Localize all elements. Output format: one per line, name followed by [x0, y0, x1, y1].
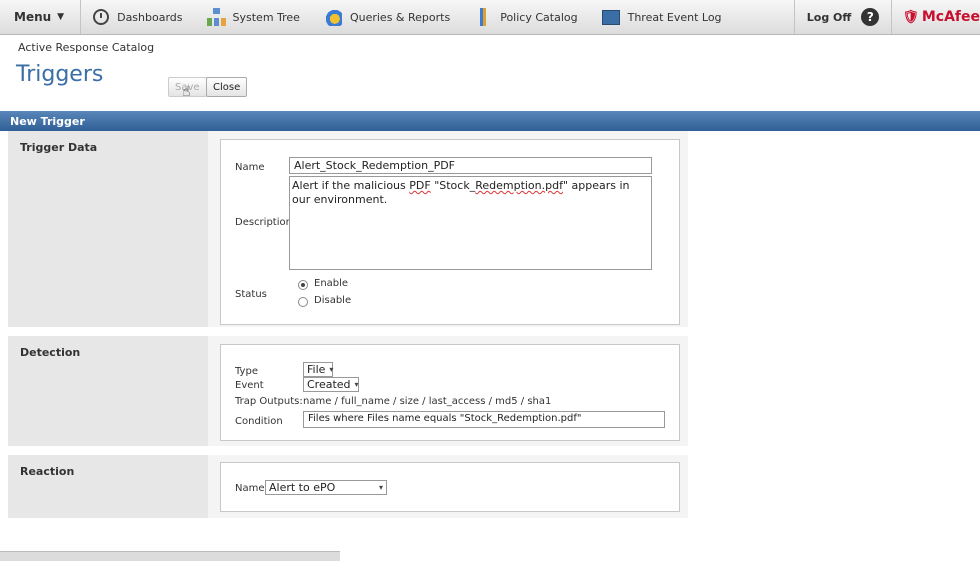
status-disable-radio[interactable] [298, 297, 308, 307]
type-select-value: File [307, 363, 326, 376]
chevron-down-icon: ▼ [57, 12, 65, 22]
event-select[interactable]: Created ▾ [303, 377, 359, 392]
description-text: Alert if the malicious [292, 179, 410, 192]
menu-label: Menu [14, 10, 52, 24]
chevron-down-icon: ▾ [378, 483, 383, 492]
reaction-label: Reaction [8, 455, 208, 518]
trap-outputs-value: name / full_name / size / last_access / … [303, 396, 552, 407]
reaction-name-value: Alert to ePO [269, 481, 336, 494]
description-text: "Stock_ [430, 179, 476, 192]
help-icon[interactable]: ? [861, 8, 880, 26]
nav-item-dashboards[interactable]: Dashboards [81, 0, 194, 34]
status-enable-radio[interactable] [298, 280, 308, 290]
nav-item-label: Dashboards [117, 10, 183, 24]
trigger-data-panel: Name Alert_Stock_Redemption_PDF Descript… [220, 139, 680, 325]
detection-label: Detection [8, 336, 208, 446]
browser-status-bar [0, 551, 340, 561]
clock-icon [93, 9, 110, 25]
status-label: Status [235, 289, 267, 300]
trap-outputs-label: Trap Outputs: [235, 396, 303, 407]
description-textarea[interactable]: Alert if the malicious PDF "Stock_Redemp… [289, 176, 652, 270]
trigger-data-label: Trigger Data [8, 131, 208, 327]
event-label: Event [235, 380, 264, 391]
chevron-down-icon: ▾ [354, 380, 359, 389]
threat-event-log-icon [601, 9, 620, 25]
status-enable-label[interactable]: Enable [314, 278, 348, 289]
nav-item-system-tree[interactable]: System Tree [195, 0, 312, 34]
description-text: PDF [409, 179, 431, 192]
event-select-value: Created [307, 378, 351, 391]
queries-reports-icon [323, 8, 342, 26]
breadcrumb[interactable]: Active Response Catalog [18, 41, 154, 54]
reaction-name-select[interactable]: Alert to ePO ▾ [265, 480, 387, 495]
top-nav-bar: Menu ▼ Dashboards System Tree Queries & … [0, 0, 980, 35]
status-disable-label[interactable]: Disable [314, 295, 351, 306]
nav-item-label: Queries & Reports [349, 10, 451, 24]
description-text: Redemption.pdf [475, 179, 563, 192]
reaction-panel: Name Alert to ePO ▾ [220, 462, 680, 512]
nav-item-threat-event-log[interactable]: Threat Event Log [590, 0, 734, 34]
description-label: Description [235, 217, 292, 228]
policy-catalog-icon [474, 8, 493, 26]
page-title: Triggers [16, 62, 104, 87]
shield-icon: 🛡 [902, 9, 919, 25]
name-field[interactable]: Alert_Stock_Redemption_PDF [289, 157, 652, 174]
nav-item-label: System Tree [232, 10, 300, 24]
log-off-link[interactable]: Log Off [795, 11, 862, 24]
close-button[interactable]: Close [206, 77, 248, 97]
condition-label: Condition [235, 416, 283, 427]
system-tree-icon [206, 8, 226, 26]
nav-right-group: Log Off ? 🛡 McAfee [793, 0, 980, 34]
type-label: Type [235, 366, 258, 377]
brand-name: McAfee [921, 9, 980, 25]
brand-logo: 🛡 McAfee [891, 0, 980, 34]
section-header: New Trigger [0, 111, 980, 131]
chevron-down-icon: ▾ [329, 365, 334, 374]
reaction-name-label: Name [235, 483, 265, 494]
condition-field[interactable]: Files where Files name equals "Stock_Red… [303, 411, 665, 428]
name-label: Name [235, 162, 265, 173]
menu-button[interactable]: Menu ▼ [0, 0, 82, 34]
nav-item-queries-reports[interactable]: Queries & Reports [312, 0, 462, 34]
nav-item-label: Threat Event Log [627, 10, 722, 24]
hand-cursor-icon: ☝ [182, 84, 191, 100]
detection-panel: Type File ▾ Event Created ▾ Trap Outputs… [220, 344, 680, 441]
type-select[interactable]: File ▾ [303, 362, 333, 377]
nav-item-policy-catalog[interactable]: Policy Catalog [462, 0, 589, 34]
nav-item-label: Policy Catalog [500, 10, 578, 24]
